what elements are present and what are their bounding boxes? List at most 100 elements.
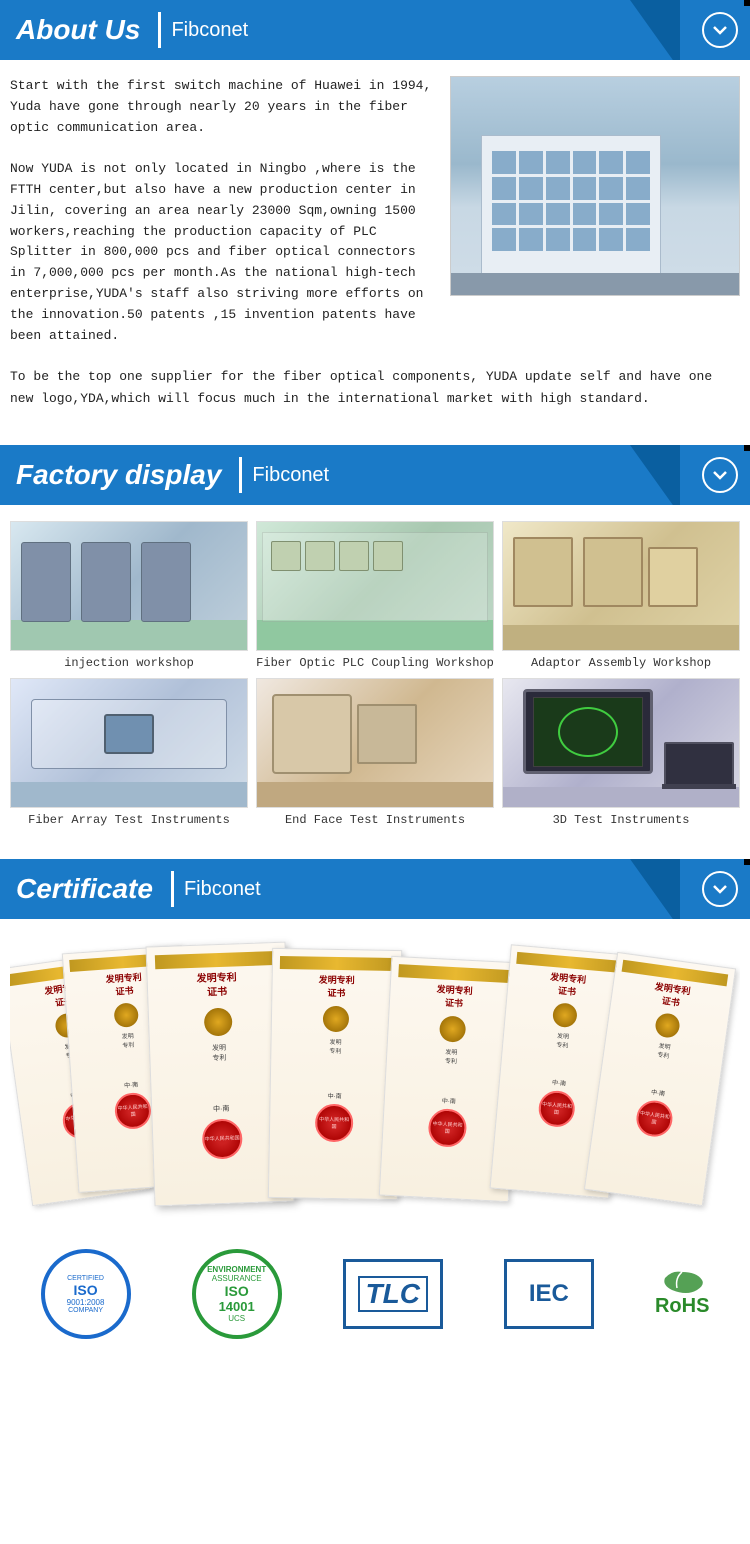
window [492,151,516,174]
rohs-leaf-icon [657,1270,707,1295]
building-windows [492,151,650,251]
cert-papers-container: 发明专利证书 发明专利 中·南 中华人民共和国 发明专利证书 发明专利 中·南 [0,919,750,1229]
factory-caption-injection: injection workshop [64,656,194,670]
about-full-text: To be the top one supplier for the fiber… [0,366,750,429]
header-divider [158,12,161,48]
factory-item-plc: Fiber Optic PLC Coupling Workshop [256,521,494,670]
cert-collapse-button[interactable] [702,871,738,907]
window [519,151,543,174]
window [519,228,543,251]
window [546,203,570,226]
factory-item-array: Fiber Array Test Instruments [10,678,248,827]
building-shape [481,135,661,275]
window [546,151,570,174]
rohs-badge: RoHS [655,1270,709,1318]
window [573,151,597,174]
factory-caption-adaptor: Adaptor Assembly Workshop [531,656,711,670]
window [546,177,570,200]
header-divider [239,457,242,493]
cert-papers-row: 发明专利证书 发明专利 中·南 中华人民共和国 发明专利证书 发明专利 中·南 [10,929,740,1219]
iso14001-circle: ENVIRONMENT ASSURANCE ISO 14001 UCS [192,1249,282,1339]
iso14001-standard: 14001 [219,1299,255,1314]
about-para1: Start with the first switch machine of H… [10,76,438,138]
about-collapse-button[interactable] [702,12,738,48]
rohs-visual: RoHS [655,1270,709,1318]
plc-workshop-visual [257,522,493,650]
window [573,228,597,251]
factory-section: Factory display Fibconet [0,445,750,843]
about-para3: To be the top one supplier for the fiber… [10,366,740,409]
factory-item-endface: End Face Test Instruments [256,678,494,827]
factory-photo-array [10,678,248,808]
factory-collapse-button[interactable] [702,457,738,493]
factory-caption-endface: End Face Test Instruments [285,813,465,827]
factory-photo-injection [10,521,248,651]
about-title: About Us [16,14,140,46]
window [626,151,650,174]
factory-item-injection: injection workshop [10,521,248,670]
header-triangle-deco [630,859,680,919]
tlc-badge: TLC [343,1259,443,1329]
window [599,177,623,200]
header-triangle-deco [630,0,680,60]
header-divider [171,871,174,907]
iso14001-number: ISO [225,1283,249,1299]
iso9001-company: COMPANY [68,1307,103,1314]
array-workshop-visual [11,679,247,807]
logo-badges-row: CERTIFIED ISO 9001:2008 COMPANY ENVIRONM… [0,1229,750,1369]
iec-badge: IEC [504,1259,594,1329]
window [626,203,650,226]
cert-header: Certificate Fibconet [0,859,750,919]
window [573,177,597,200]
window [492,177,516,200]
about-text-block: Start with the first switch machine of H… [10,76,438,346]
factory-item-adaptor: Adaptor Assembly Workshop [502,521,740,670]
window [626,228,650,251]
iso9001-year: 9001:2008 [67,1298,105,1307]
adaptor-workshop-visual [503,522,739,650]
window [573,203,597,226]
window [599,151,623,174]
building-visual [451,77,739,295]
threed-workshop-visual [503,679,739,807]
header-triangle-deco [630,445,680,505]
rohs-text: RoHS [655,1295,709,1318]
injection-workshop-visual [11,522,247,650]
chevron-down-icon [711,880,729,898]
certificate-section: Certificate Fibconet 发明专利证书 发明专利 中·南 中华人 [0,859,750,1369]
about-header: About Us Fibconet [0,0,750,60]
cert-title: Certificate [16,873,153,905]
gap2 [0,843,750,859]
about-subtitle: Fibconet [171,19,248,42]
iso14001-env-label: ENVIRONMENT [207,1265,266,1274]
factory-subtitle: Fibconet [252,464,329,487]
chevron-down-icon [711,21,729,39]
factory-caption-3d: 3D Test Instruments [553,813,690,827]
road-shape [451,273,739,295]
window [492,228,516,251]
factory-photo-adaptor [502,521,740,651]
factory-title: Factory display [16,459,221,491]
tlc-box: TLC [343,1259,443,1329]
factory-photo-endface [256,678,494,808]
window [519,177,543,200]
tlc-text: TLC [358,1276,428,1312]
window [519,203,543,226]
factory-grid: injection workshop [0,505,750,843]
factory-header: Factory display Fibconet [0,445,750,505]
iso9001-badge: CERTIFIED ISO 9001:2008 COMPANY [41,1249,131,1339]
endface-workshop-visual [257,679,493,807]
iso9001-number: ISO [73,1282,97,1298]
chevron-down-icon [711,466,729,484]
iso14001-badge: ENVIRONMENT ASSURANCE ISO 14001 UCS [192,1249,282,1339]
factory-photo-3d [502,678,740,808]
iso14001-assurance-label: ASSURANCE [212,1274,262,1283]
iec-text: IEC [529,1280,569,1308]
gap1 [0,429,750,445]
factory-photo-plc [256,521,494,651]
about-building-image [450,76,740,296]
window [546,228,570,251]
window [492,203,516,226]
about-para2: Now YUDA is not only located in Ningbo ,… [10,159,438,346]
about-content: Start with the first switch machine of H… [0,60,750,366]
